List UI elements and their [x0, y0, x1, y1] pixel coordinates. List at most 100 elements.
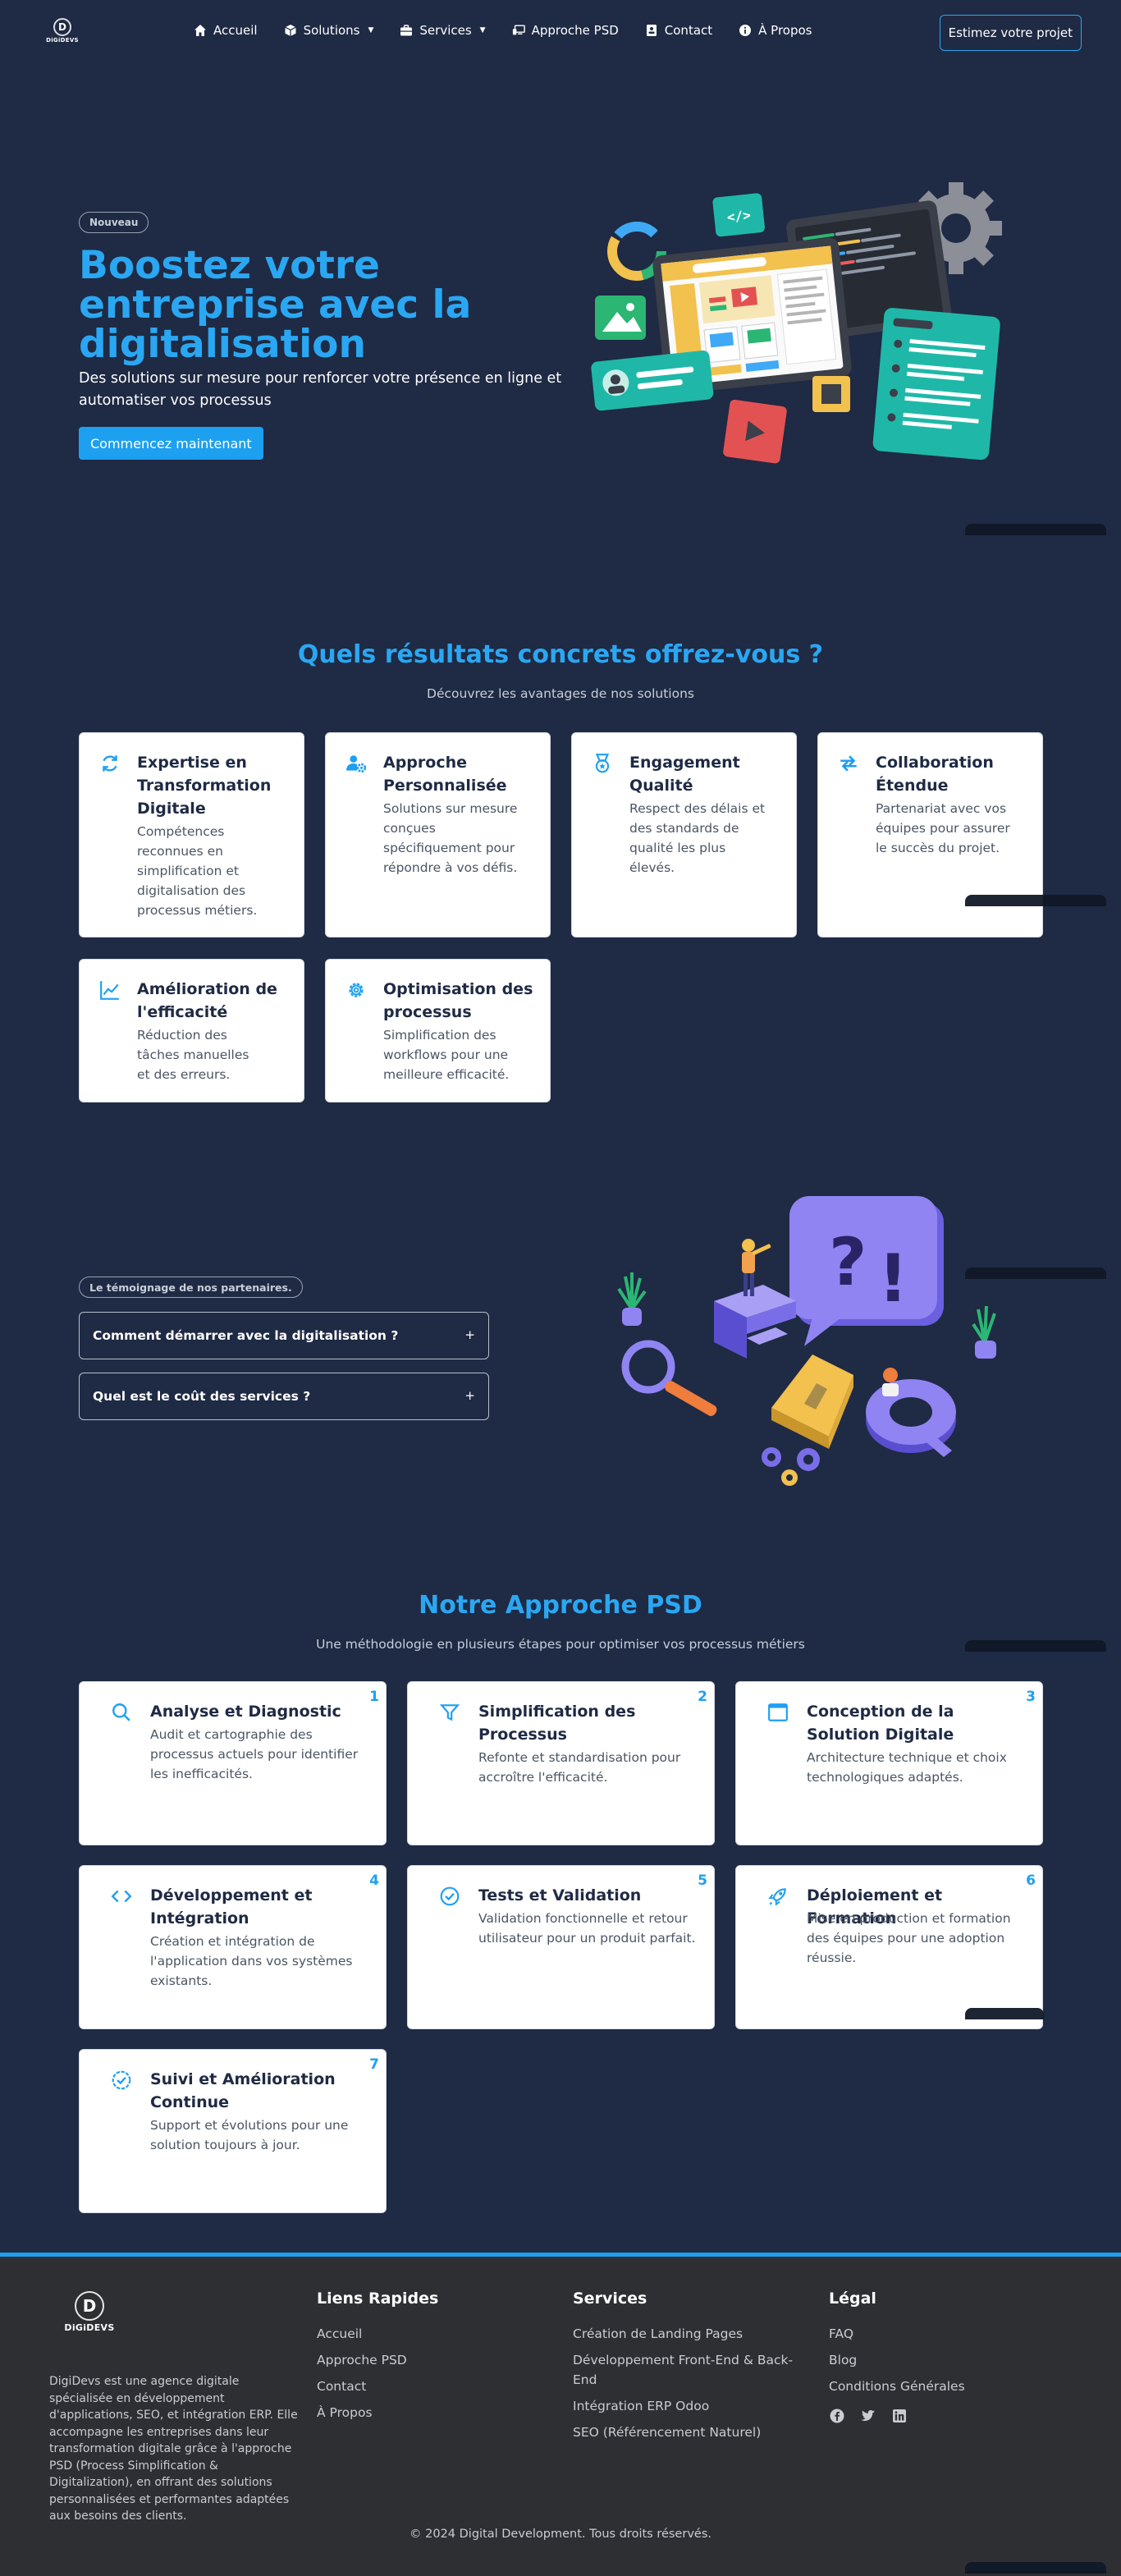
estimate-project-button[interactable]: Estimez votre projet: [939, 15, 1082, 51]
psd-step-card: 2 Simplification des Processus Refonte e…: [407, 1681, 715, 1845]
result-card-title: Optimisation des processus: [383, 980, 533, 1021]
contact-card-icon: [645, 24, 658, 37]
check-circle-icon: [440, 1886, 460, 1906]
psd-step-card: 4 Développement et Intégration Création …: [79, 1865, 387, 2029]
logo-mark-icon: D: [53, 18, 71, 36]
floating-toolbar: [965, 895, 1106, 906]
floating-toolbar: [965, 1640, 1106, 1652]
results-subtitle: Découvrez les avantages de nos solutions: [427, 686, 694, 701]
footer-link[interactable]: FAQ: [829, 2324, 1059, 2344]
nav-services[interactable]: Services ▼: [400, 23, 486, 38]
footer-logo[interactable]: D DiGiDEVS: [64, 2291, 115, 2342]
nav-accueil[interactable]: Accueil: [194, 23, 258, 38]
step-desc: Architecture technique et choix technolo…: [807, 1750, 1007, 1785]
chevron-down-icon: ▼: [479, 26, 486, 34]
result-card-desc: Compétences reconnues en simplification …: [137, 824, 258, 918]
nav-approche-psd[interactable]: Approche PSD: [512, 23, 619, 38]
hero-subtitle: Des solutions sur mesure pour renforcer …: [79, 370, 562, 409]
info-icon: [739, 24, 752, 37]
floating-toolbar: [965, 2008, 1044, 2019]
nav-contact[interactable]: Contact: [645, 23, 712, 38]
footer-quick-links: Liens Rapides Accueil Approche PSD Conta…: [317, 2290, 547, 2429]
filter-icon: [439, 1704, 460, 1721]
logo-mark-icon: D: [75, 2291, 104, 2321]
footer-link[interactable]: Blog: [829, 2350, 1059, 2370]
main-menu: Accueil Solutions ▼ Services ▼ Approche …: [194, 23, 838, 38]
search-icon: [112, 1703, 130, 1721]
result-card-desc: Solutions sur mesure conçues spécifiquem…: [383, 801, 518, 875]
step-desc: Création et intégration de l'application…: [150, 1934, 353, 1988]
nav-a-propos[interactable]: À Propos: [739, 23, 812, 38]
nav-services-label: Services: [419, 23, 472, 38]
logo-text: DiGiDEVS: [46, 37, 79, 44]
step-desc: Audit et cartographie des processus actu…: [150, 1727, 359, 1781]
expand-icon: +: [464, 1327, 475, 1342]
nav-solutions[interactable]: Solutions ▼: [284, 23, 374, 38]
faq-item[interactable]: Quel est le coût des services ? +: [79, 1373, 489, 1420]
footer-link[interactable]: Création de Landing Pages: [573, 2324, 803, 2344]
refresh-icon: [103, 755, 117, 772]
result-card-desc: Partenariat avec vos équipes pour assure…: [876, 801, 1010, 855]
footer-link[interactable]: À Propos: [317, 2403, 547, 2422]
chevron-down-icon: ▼: [368, 26, 374, 34]
footer-link[interactable]: SEO (Référencement Naturel): [573, 2422, 803, 2442]
faq-isometric-illustration: ? !: [617, 1196, 996, 1486]
floating-toolbar: [965, 1267, 1106, 1279]
gear-icon: [349, 983, 364, 997]
psd-subtitle: Une méthodologie en plusieurs étapes pou…: [316, 1637, 805, 1652]
footer-column-title: Liens Rapides: [317, 2290, 439, 2308]
psd-title: Notre Approche PSD: [419, 1591, 702, 1620]
cube-icon: [284, 24, 297, 37]
site-footer: D DiGiDEVS DigiDevs est une agence digit…: [0, 2253, 1121, 2576]
result-card-desc: Simplification des workflows pour une me…: [383, 1028, 510, 1082]
footer-link[interactable]: Contact: [317, 2377, 547, 2396]
home-icon: [194, 24, 207, 37]
digital-dashboard-illustration: </>: [591, 182, 1002, 464]
results-title: Quels résultats concrets offrez-vous ?: [297, 640, 824, 669]
footer-column-title: Services: [573, 2290, 647, 2308]
footer-column-title: Légal: [829, 2290, 876, 2308]
top-navbar: D DiGiDEVS Accueil Solutions ▼ Services …: [0, 0, 1121, 66]
twitter-icon[interactable]: [860, 2408, 876, 2424]
facebook-icon[interactable]: [829, 2408, 845, 2424]
nav-accueil-label: Accueil: [213, 23, 258, 38]
psd-step-card: 5 Tests et Validation Validation fonctio…: [407, 1865, 715, 2029]
result-card: Collaboration Étendue Partenariat avec v…: [817, 732, 1043, 937]
svg-text:!: !: [878, 1240, 908, 1317]
svg-text:?: ?: [829, 1224, 867, 1300]
nav-solutions-label: Solutions: [303, 23, 360, 38]
hero-title: Boostez votre entreprise avec la digital…: [79, 243, 472, 367]
get-started-button[interactable]: Commencez maintenant: [79, 427, 263, 460]
footer-link[interactable]: Intégration ERP Odoo: [573, 2396, 803, 2416]
svg-text:</>: </>: [726, 207, 752, 225]
brand-logo[interactable]: D DiGiDEVS: [46, 18, 79, 48]
linkedin-icon[interactable]: [891, 2408, 908, 2424]
footer-link[interactable]: Développement Front-End & Back-End: [573, 2350, 803, 2390]
result-card: Engagement Qualité Respect des délais et…: [571, 732, 797, 937]
psd-step-card: 1 Analyse et Diagnostic Audit et cartogr…: [79, 1681, 387, 1845]
result-card-desc: Respect des délais et des standards de q…: [629, 801, 766, 875]
footer-link[interactable]: Accueil: [317, 2324, 547, 2344]
step-title: Suivi et Amélioration Continue: [150, 2070, 336, 2111]
footer-link[interactable]: Approche PSD: [317, 2350, 547, 2370]
step-desc: Mise en production et formation des équi…: [807, 1911, 1011, 1965]
footer-services: Services Création de Landing Pages Dével…: [573, 2290, 803, 2449]
step-title: Analyse et Diagnostic: [150, 1703, 341, 1721]
result-card-title: Collaboration Étendue: [876, 754, 994, 795]
step-title: Tests et Validation: [478, 1886, 642, 1904]
hero-badge: Nouveau: [79, 212, 149, 233]
result-card-title: Expertise en Transformation Digitale: [137, 754, 272, 818]
copyright: © 2024 Digital Development. Tous droits …: [410, 2528, 711, 2541]
step-title: Simplification des Processus: [478, 1703, 636, 1744]
faq-item[interactable]: Comment démarrer avec la digitalisation …: [79, 1312, 489, 1359]
footer-link[interactable]: Conditions Générales: [829, 2377, 1059, 2396]
footer-about: DigiDevs est une agence digitale spécial…: [49, 2375, 298, 2523]
result-card-title: Amélioration de l'efficacité: [137, 980, 277, 1021]
psd-step-card: 7 Suivi et Amélioration Continue Support…: [79, 2049, 387, 2213]
step-title: Conception de la Solution Digitale: [807, 1703, 954, 1744]
chart-line-icon: [100, 981, 119, 1000]
faq-question: Comment démarrer avec la digitalisation …: [93, 1328, 399, 1343]
floating-toolbar: [965, 524, 1106, 535]
result-card: Optimisation des processus Simplificatio…: [325, 959, 551, 1102]
expand-icon: +: [464, 1388, 475, 1403]
